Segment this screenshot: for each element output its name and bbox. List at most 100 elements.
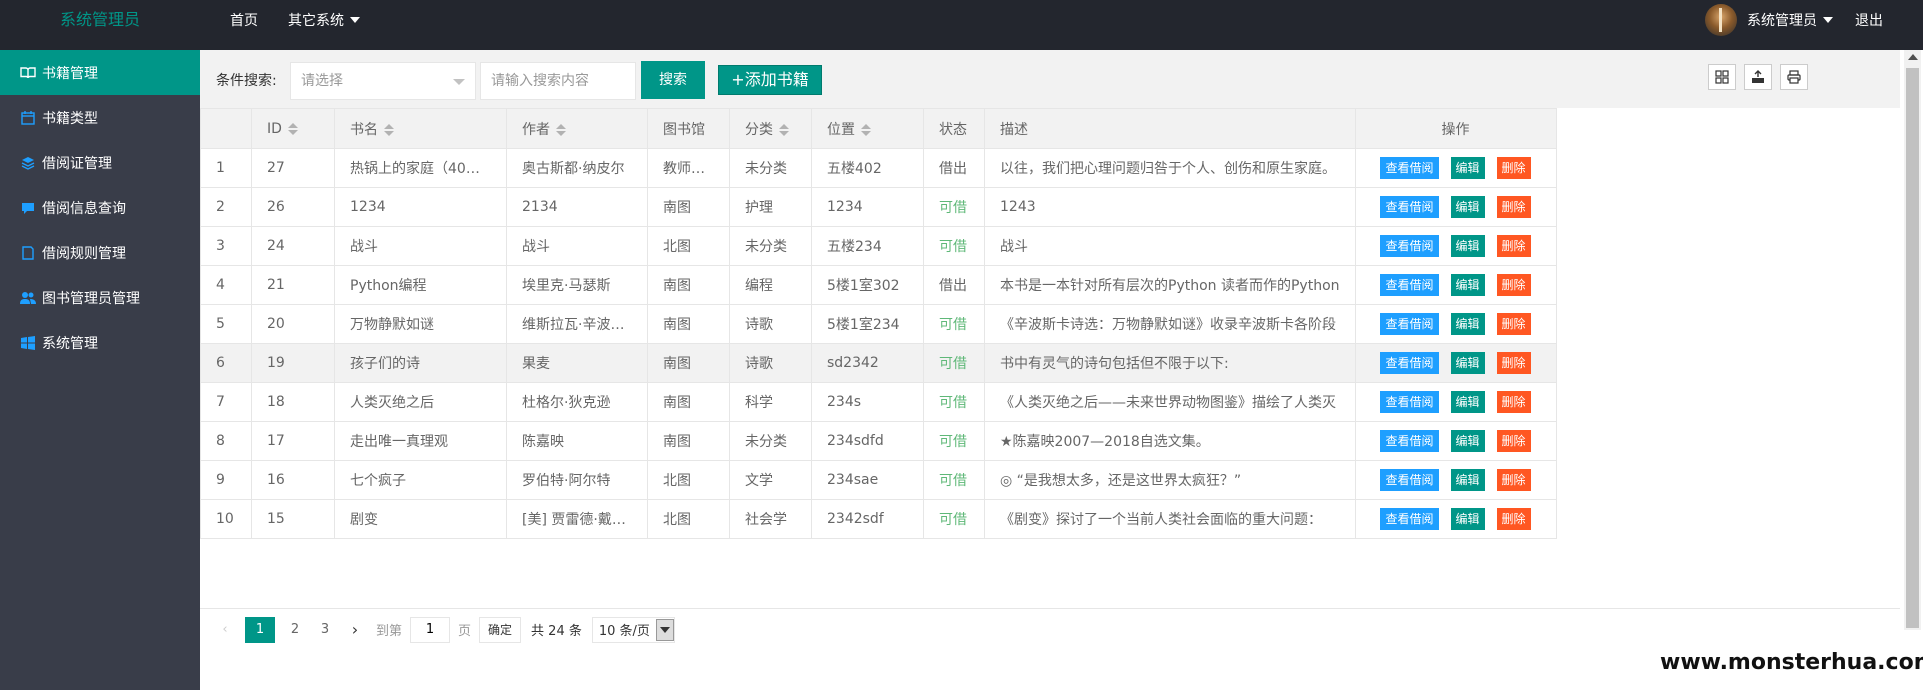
column-header-label: ID bbox=[267, 120, 282, 137]
page-unit: 页 bbox=[458, 624, 472, 639]
scroll-up-icon[interactable] bbox=[1908, 54, 1918, 60]
prev-page-icon[interactable]: ‹ bbox=[210, 617, 240, 643]
sidebar-item-librarian-management[interactable]: 图书管理员管理 bbox=[0, 275, 200, 320]
chevron-down-icon bbox=[655, 618, 674, 641]
view-borrow-button[interactable]: 查看借阅 bbox=[1380, 157, 1439, 179]
cell-no: 7 bbox=[200, 382, 252, 422]
next-page-icon[interactable]: › bbox=[340, 617, 370, 643]
delete-button[interactable]: 删除 bbox=[1496, 391, 1531, 413]
cell-id: 16 bbox=[251, 460, 335, 500]
page-size-select[interactable]: 10 条/页 bbox=[591, 616, 675, 643]
print-icon[interactable] bbox=[1780, 64, 1808, 90]
avatar[interactable] bbox=[1705, 4, 1737, 36]
column-header-label: 位置 bbox=[827, 121, 855, 138]
table-row: 8 17 走出唯一真理观 陈嘉映 南图 未分类 234sdfd 可借 ★陈嘉映2007—2018… bbox=[200, 421, 1557, 461]
view-borrow-button[interactable]: 查看借阅 bbox=[1380, 391, 1439, 413]
view-borrow-button[interactable]: 查看借阅 bbox=[1380, 196, 1439, 218]
delete-button[interactable]: 删除 bbox=[1496, 508, 1531, 530]
sort-icon[interactable] bbox=[861, 123, 871, 136]
sidebar-item-book-types[interactable]: 书籍类型 bbox=[0, 95, 200, 140]
app-title: 系统管理员 bbox=[59, 10, 140, 29]
search-input[interactable] bbox=[480, 62, 636, 100]
page-2[interactable]: 2 bbox=[280, 617, 310, 643]
cell-name: 战斗 bbox=[334, 226, 507, 266]
delete-button[interactable]: 删除 bbox=[1496, 157, 1531, 179]
cell-description: 本书是一本针对所有层次的Python 读者而作的Python bbox=[984, 265, 1356, 305]
edit-button[interactable]: 编辑 bbox=[1450, 508, 1485, 530]
column-header-label: 书名 bbox=[350, 121, 378, 138]
cell-author: 埃里克·马瑟斯 bbox=[506, 265, 648, 305]
export-icon[interactable] bbox=[1744, 64, 1772, 90]
column-header-name[interactable]: 书名 bbox=[334, 108, 507, 149]
page-3[interactable]: 3 bbox=[310, 617, 340, 643]
sidebar-item-borrow-rules[interactable]: 借阅规则管理 bbox=[0, 230, 200, 275]
sort-icon[interactable] bbox=[556, 123, 566, 136]
page-1[interactable]: 1 bbox=[245, 616, 275, 643]
sidebar-item-book-management[interactable]: 书籍管理 bbox=[0, 50, 200, 95]
cell-status: 借出 bbox=[923, 265, 985, 305]
nav-home[interactable]: 首页 bbox=[230, 10, 258, 30]
cell-category: 科学 bbox=[729, 382, 812, 422]
view-borrow-button[interactable]: 查看借阅 bbox=[1380, 430, 1439, 452]
cell-actions: 查看借阅 编辑 删除 bbox=[1354, 226, 1557, 266]
column-header-category[interactable]: 分类 bbox=[729, 108, 812, 149]
delete-button[interactable]: 删除 bbox=[1496, 196, 1531, 218]
edit-button[interactable]: 编辑 bbox=[1450, 430, 1485, 452]
delete-button[interactable]: 删除 bbox=[1496, 469, 1531, 491]
cell-status: 可借 bbox=[923, 226, 985, 266]
edit-button[interactable]: 编辑 bbox=[1450, 157, 1485, 179]
edit-button[interactable]: 编辑 bbox=[1450, 391, 1485, 413]
sidebar-item-system-management[interactable]: 系统管理 bbox=[0, 320, 200, 365]
view-borrow-button[interactable]: 查看借阅 bbox=[1380, 352, 1439, 374]
cell-no: 6 bbox=[200, 343, 252, 383]
vertical-scrollbar[interactable] bbox=[1904, 50, 1921, 630]
edit-button[interactable]: 编辑 bbox=[1450, 469, 1485, 491]
search-button[interactable]: 搜索 bbox=[641, 61, 705, 99]
edit-button[interactable]: 编辑 bbox=[1450, 196, 1485, 218]
add-book-button[interactable]: +添加书籍 bbox=[718, 65, 822, 95]
condition-select[interactable]: 请选择 bbox=[290, 62, 476, 100]
delete-button[interactable]: 删除 bbox=[1496, 235, 1531, 257]
cell-name: 1234 bbox=[334, 187, 507, 227]
cell-name: 孩子们的诗 bbox=[334, 343, 507, 383]
scrollbar-thumb[interactable] bbox=[1906, 68, 1919, 628]
view-borrow-button[interactable]: 查看借阅 bbox=[1380, 469, 1439, 491]
cell-library: 南图 bbox=[647, 304, 730, 344]
delete-button[interactable]: 删除 bbox=[1496, 352, 1531, 374]
sort-icon[interactable] bbox=[287, 122, 298, 135]
logout-link[interactable]: 退出 bbox=[1855, 10, 1883, 30]
sort-icon[interactable] bbox=[779, 123, 789, 136]
table-row: 4 21 Python编程 埃里克·马瑟斯 南图 编程 5楼1室302 借出 本书是一本针对所有… bbox=[200, 265, 1557, 305]
view-borrow-button[interactable]: 查看借阅 bbox=[1380, 235, 1439, 257]
sort-icon[interactable] bbox=[384, 123, 394, 136]
sidebar-item-library-card[interactable]: 借阅证管理 bbox=[0, 140, 200, 185]
sidebar-item-borrow-query[interactable]: 借阅信息查询 bbox=[0, 185, 200, 230]
cell-library: 北图 bbox=[647, 460, 730, 500]
view-borrow-button[interactable]: 查看借阅 bbox=[1380, 508, 1439, 530]
cell-actions: 查看借阅 编辑 删除 bbox=[1354, 148, 1557, 188]
user-menu[interactable]: 系统管理员 bbox=[1747, 10, 1833, 30]
delete-button[interactable]: 删除 bbox=[1496, 430, 1531, 452]
edit-button[interactable]: 编辑 bbox=[1450, 274, 1485, 296]
goto-confirm-button[interactable]: 确定 bbox=[479, 616, 522, 643]
cell-actions: 查看借阅 编辑 删除 bbox=[1354, 304, 1557, 344]
cell-category: 未分类 bbox=[729, 148, 812, 188]
cell-library: 北图 bbox=[647, 226, 730, 266]
edit-button[interactable]: 编辑 bbox=[1450, 313, 1485, 335]
edit-button[interactable]: 编辑 bbox=[1450, 352, 1485, 374]
column-header-id[interactable]: ID bbox=[251, 108, 335, 149]
user-name: 系统管理员 bbox=[1747, 13, 1817, 29]
cell-category: 诗歌 bbox=[729, 304, 812, 344]
view-borrow-button[interactable]: 查看借阅 bbox=[1380, 274, 1439, 296]
edit-button[interactable]: 编辑 bbox=[1450, 235, 1485, 257]
view-borrow-button[interactable]: 查看借阅 bbox=[1380, 313, 1439, 335]
column-header-author[interactable]: 作者 bbox=[506, 108, 648, 149]
columns-filter-icon[interactable] bbox=[1708, 64, 1736, 90]
book-icon bbox=[20, 66, 36, 80]
chevron-down-icon bbox=[453, 79, 465, 85]
delete-button[interactable]: 删除 bbox=[1496, 274, 1531, 296]
column-header-location[interactable]: 位置 bbox=[811, 108, 924, 149]
delete-button[interactable]: 删除 bbox=[1496, 313, 1531, 335]
goto-page-input[interactable] bbox=[410, 616, 451, 643]
nav-other-systems[interactable]: 其它系统 bbox=[288, 10, 360, 30]
